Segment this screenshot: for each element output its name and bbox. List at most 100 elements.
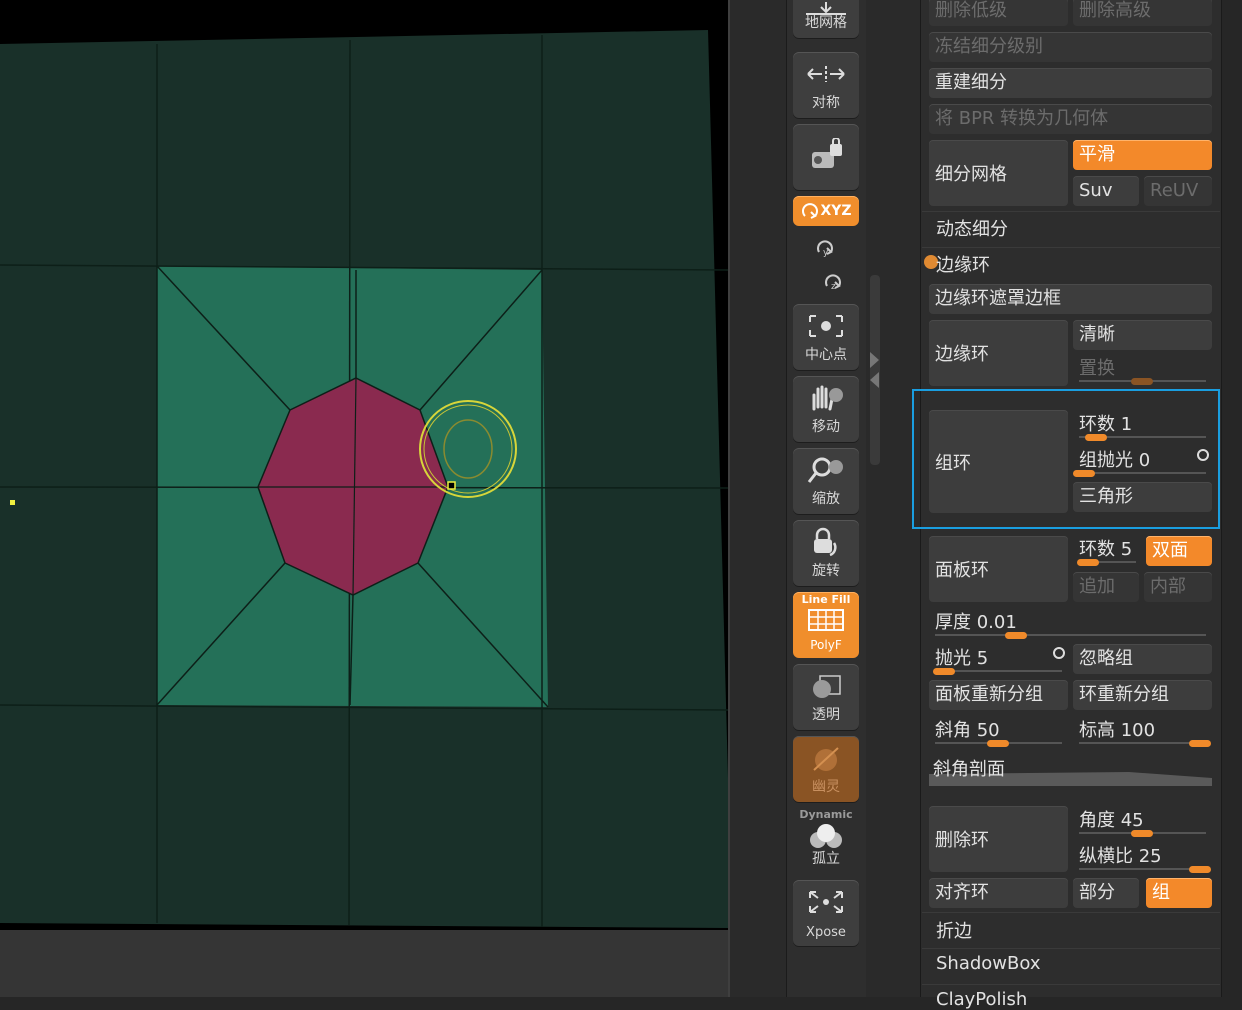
center-point-button[interactable]: 中心点	[793, 304, 859, 370]
solo-button[interactable]: Dynamic 孤立	[793, 808, 859, 874]
elevation-slider[interactable]: 标高 100	[1073, 714, 1212, 750]
freeze-subdiv-button[interactable]: 冻结细分级别	[929, 32, 1212, 62]
double-toggle[interactable]: 双面	[1146, 536, 1212, 566]
separator	[922, 247, 1220, 248]
ghost-button[interactable]: 幽灵	[793, 736, 859, 802]
loops-label: 环数 1	[1079, 414, 1133, 435]
angle-slider[interactable]: 角度 45	[1073, 804, 1212, 840]
slider-knob[interactable]	[1077, 559, 1099, 566]
dynamic-subdiv-header[interactable]: 动态细分	[936, 215, 1008, 241]
magnifier-icon	[793, 454, 859, 486]
polish-label: 抛光 5	[935, 648, 989, 669]
camera-lock-button[interactable]	[793, 124, 859, 190]
collapse-arrow-right-icon[interactable]	[870, 352, 879, 368]
slider-knob[interactable]	[933, 668, 955, 675]
delete-lower-button[interactable]: 删除低级	[929, 0, 1068, 26]
delete-loops-button[interactable]: 删除环	[929, 806, 1068, 872]
angle-label: 角度 45	[1079, 810, 1144, 831]
shelf-gutter	[730, 0, 786, 997]
hand-icon	[793, 382, 859, 414]
reconstruct-subdiv-button[interactable]: 重建细分	[929, 68, 1212, 98]
loop-regroup-toggle[interactable]: 环重新分组	[1073, 680, 1212, 710]
slider-knob[interactable]	[1189, 740, 1211, 747]
displace-slider[interactable]: 置换	[1073, 352, 1212, 388]
displace-label: 置换	[1079, 358, 1115, 379]
symmetry-button[interactable]: 对称	[793, 52, 859, 118]
y-rotate-button[interactable]: y	[813, 236, 839, 262]
mesh-view[interactable]	[0, 0, 728, 997]
viewport-canvas[interactable]	[0, 0, 728, 997]
separator	[922, 984, 1220, 985]
dynamic-label: Dynamic	[799, 808, 853, 821]
group-loops-button[interactable]: 组环	[929, 410, 1068, 513]
panel-loops-button[interactable]: 面板环	[929, 536, 1068, 602]
aspect-slider[interactable]: 纵横比 25	[1073, 840, 1212, 876]
xpose-button[interactable]: Xpose	[793, 880, 859, 946]
panel-loops-count-slider[interactable]: 环数 5	[1073, 533, 1142, 569]
groups-toggle[interactable]: 组	[1146, 878, 1212, 908]
slider-knob[interactable]	[1005, 632, 1027, 639]
append-toggle[interactable]: 追加	[1073, 572, 1139, 602]
slider-knob[interactable]	[1189, 866, 1211, 873]
triangles-toggle[interactable]: 三角形	[1073, 482, 1212, 512]
solo-icon	[793, 822, 859, 850]
suv-toggle[interactable]: Suv	[1073, 176, 1139, 206]
slider-knob[interactable]	[1085, 434, 1107, 441]
loops-slider[interactable]: 环数 1	[1073, 408, 1212, 444]
align-loop-button[interactable]: 对齐环	[929, 878, 1068, 908]
xyz-rotate-icon: XYZ	[793, 196, 859, 226]
edgeloop-button[interactable]: 边缘环	[929, 320, 1068, 386]
collapse-arrow-left-icon[interactable]	[870, 372, 879, 388]
z-rotate-button[interactable]: z	[821, 270, 847, 296]
polyf-button[interactable]: Line Fill PolyF	[793, 592, 859, 658]
slider-knob[interactable]	[987, 740, 1009, 747]
shadowbox-header[interactable]: ShadowBox	[936, 953, 1040, 974]
transparent-button[interactable]: 透明	[793, 664, 859, 730]
slider-knob[interactable]	[1131, 830, 1153, 837]
move-label: 移动	[812, 419, 840, 435]
xyz-button[interactable]: XYZ	[793, 196, 859, 226]
rotate-button[interactable]: 旋转	[793, 520, 859, 586]
right-shelf: 地网格 对称 XYZ y z 中心点 移动 缩放 旋转 Line Fill Po…	[786, 0, 867, 997]
floor-grid-button[interactable]: 地网格	[793, 0, 859, 38]
ghost-label: 幽灵	[812, 779, 840, 795]
slider-knob[interactable]	[1073, 470, 1095, 477]
delete-higher-button[interactable]: 删除高级	[1073, 0, 1212, 26]
bevel-profile-curve[interactable]: 斜角剖面	[929, 752, 1212, 786]
camera-lock-icon	[793, 138, 859, 172]
slider-track	[1079, 868, 1206, 870]
bevel-label: 斜角 50	[935, 720, 1000, 741]
thickness-slider[interactable]: 厚度 0.01	[929, 606, 1212, 642]
edgeloop-header[interactable]: 边缘环	[936, 251, 990, 277]
xyz-label: XYZ	[820, 203, 852, 219]
panel-regroup-toggle[interactable]: 面板重新分组	[929, 680, 1068, 710]
floor-area	[0, 930, 728, 997]
move-button[interactable]: 移动	[793, 376, 859, 442]
gpolish-slider[interactable]: 组抛光 0	[1073, 444, 1212, 480]
scale-button[interactable]: 缩放	[793, 448, 859, 514]
bpr-to-geometry-button[interactable]: 将 BPR 转换为几何体	[929, 104, 1212, 134]
slider-knob[interactable]	[1131, 378, 1153, 385]
inner-toggle[interactable]: 内部	[1144, 572, 1212, 602]
partial-toggle[interactable]: 部分	[1073, 878, 1139, 908]
rotate-label: 旋转	[812, 563, 840, 579]
crease-header[interactable]: 折边	[936, 917, 972, 943]
reuv-toggle[interactable]: ReUV	[1144, 176, 1212, 206]
floor-grid-label: 地网格	[805, 15, 847, 31]
center-point-icon	[793, 310, 859, 342]
edgeloop-masked-border-button[interactable]: 边缘环遮罩边框	[929, 284, 1212, 314]
clay-polish-header[interactable]: ClayPolish	[936, 989, 1027, 1010]
bevel-slider[interactable]: 斜角 50	[929, 714, 1068, 750]
polish-circle-toggle-icon[interactable]	[1053, 647, 1065, 659]
crisp-toggle[interactable]: 清晰	[1073, 320, 1212, 350]
divide-button[interactable]: 细分网格	[929, 140, 1068, 206]
z-rotate-icon: z	[825, 274, 841, 292]
smooth-toggle[interactable]: 平滑	[1073, 140, 1212, 170]
ghost-icon	[793, 742, 859, 774]
polish-slider[interactable]: 抛光 5	[929, 642, 1068, 678]
xpose-label: Xpose	[806, 925, 846, 940]
gpolish-circle-toggle-icon[interactable]	[1197, 449, 1209, 461]
panel-scrollbar-thumb[interactable]	[870, 275, 880, 465]
solo-label: 孤立	[812, 851, 840, 867]
ignore-groups-toggle[interactable]: 忽略组	[1073, 644, 1212, 674]
